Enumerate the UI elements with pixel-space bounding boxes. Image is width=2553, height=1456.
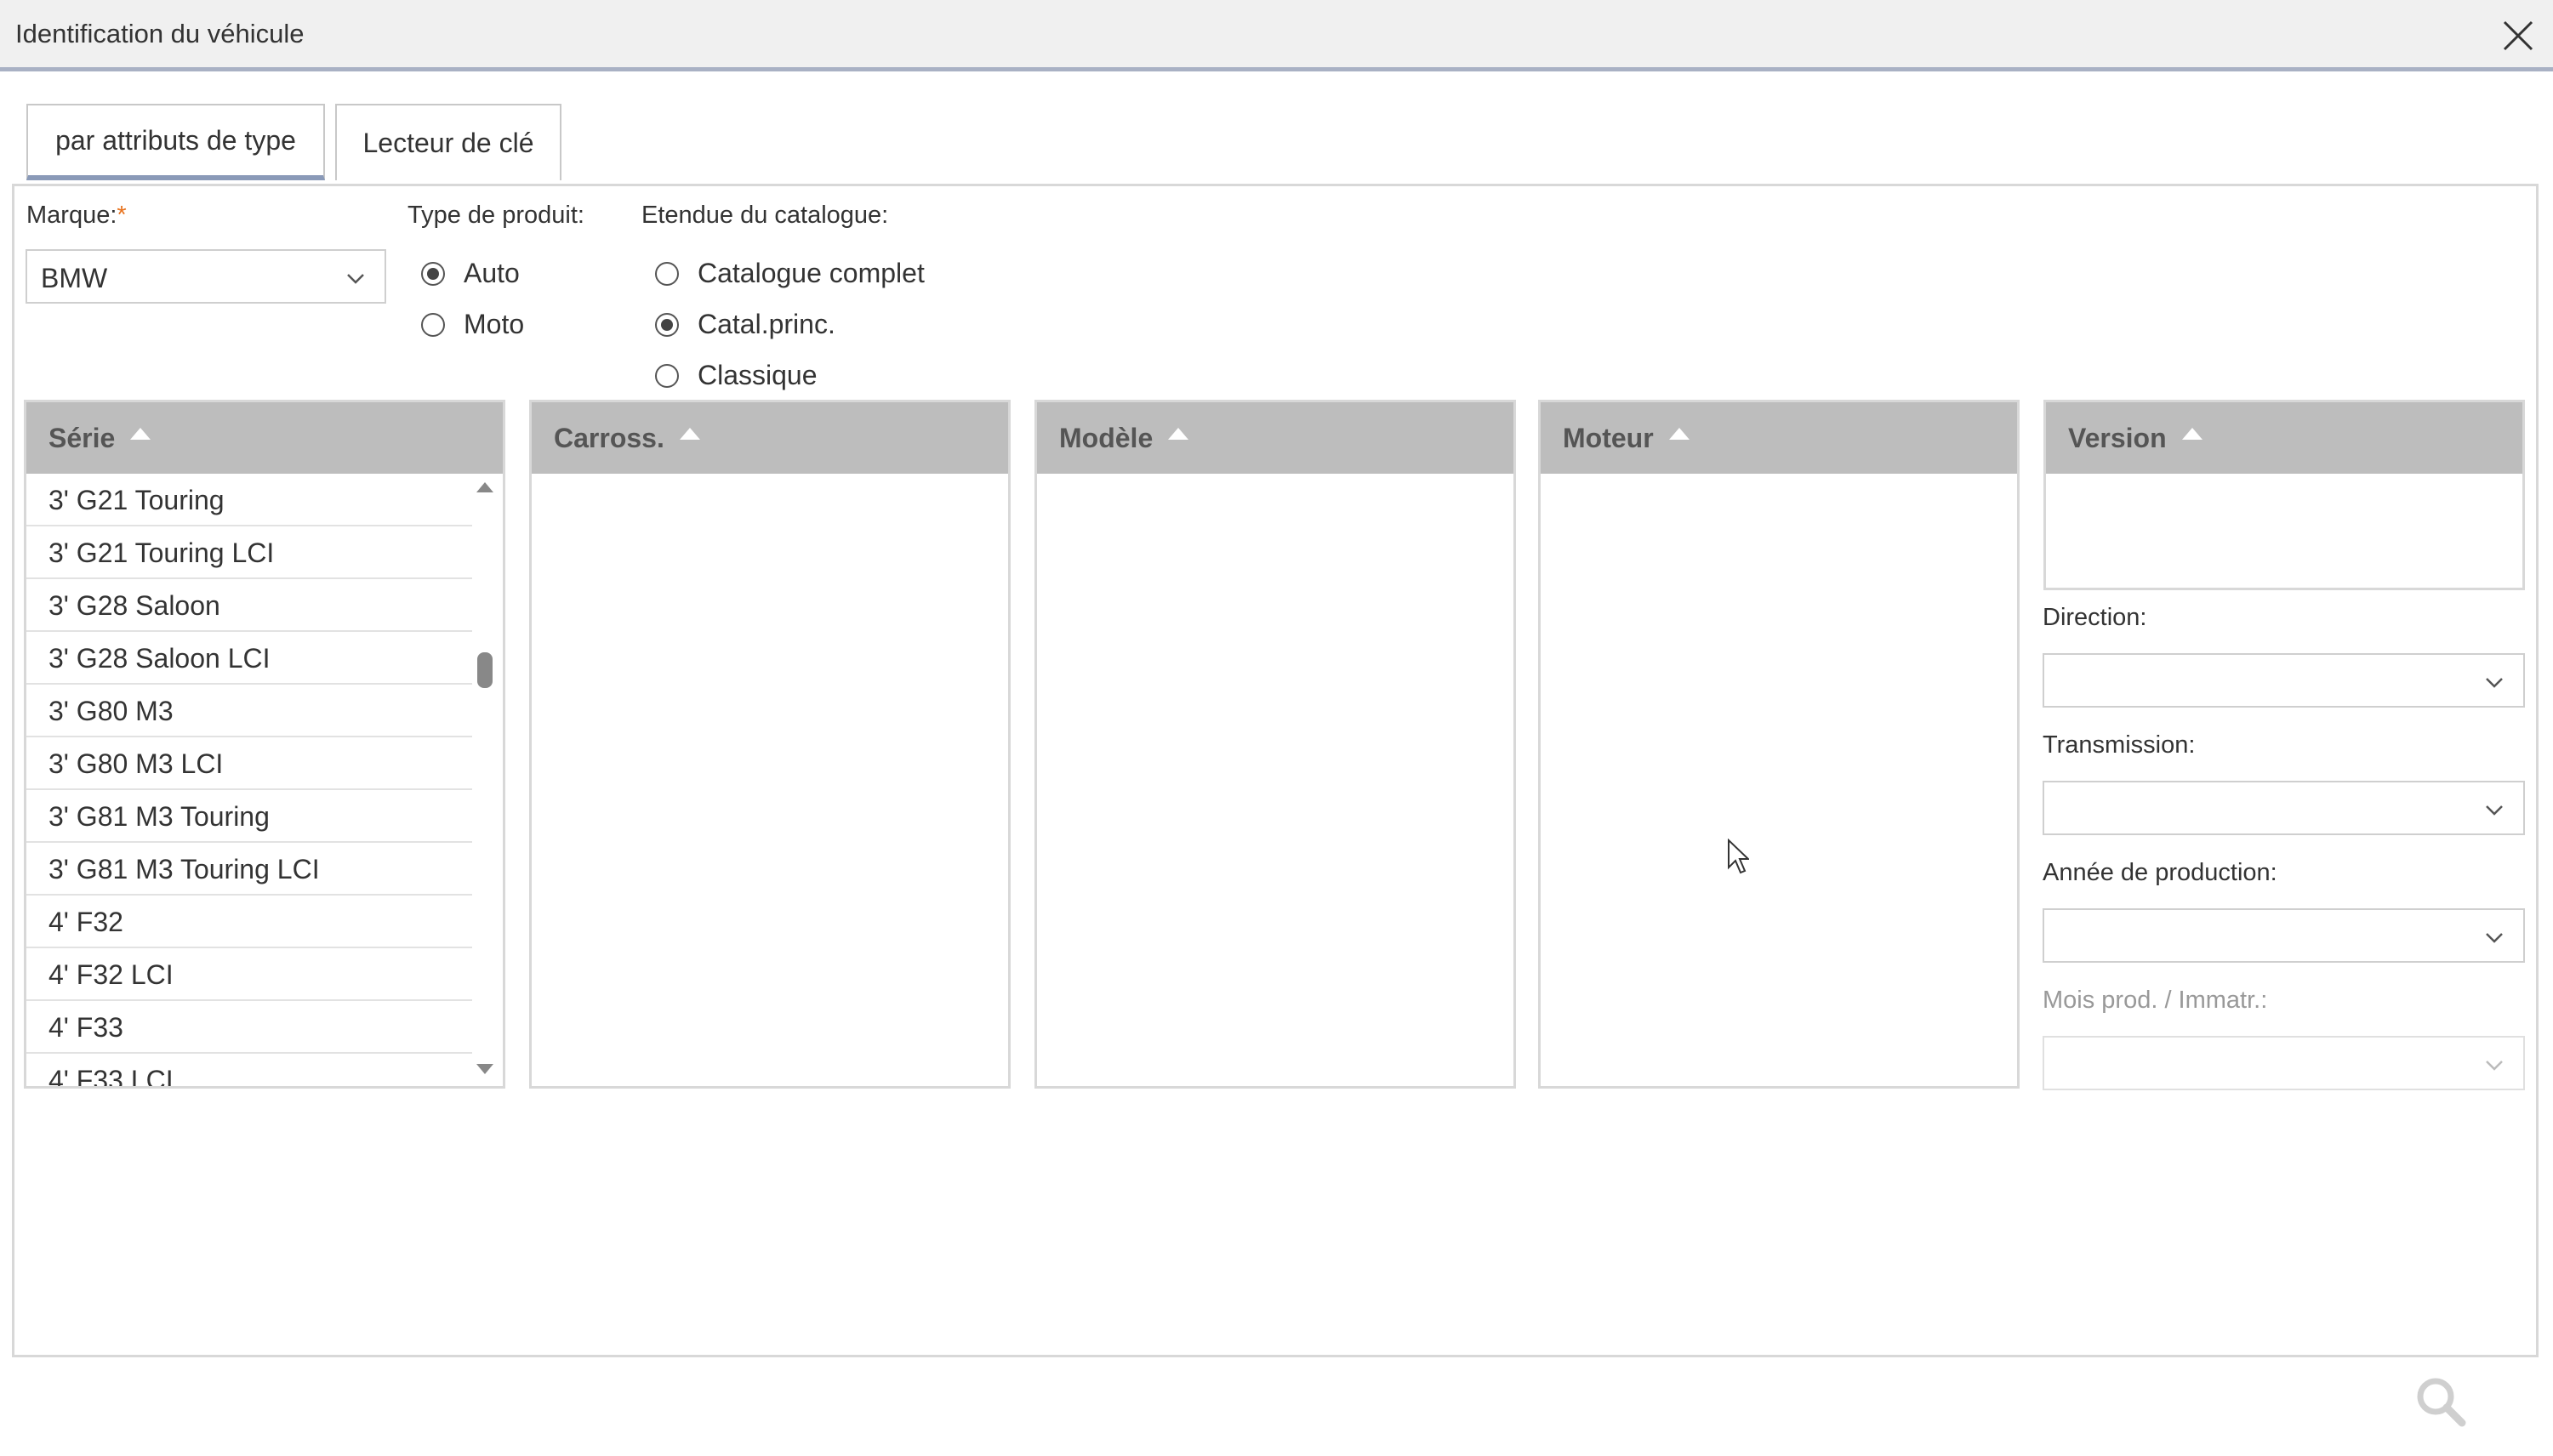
radio-classique[interactable]: Classique bbox=[655, 360, 818, 391]
radio-circle bbox=[655, 312, 679, 337]
catalogue-label: Etendue du catalogue: bbox=[641, 202, 889, 229]
marque-value: BMW bbox=[41, 263, 108, 293]
search-icon[interactable] bbox=[2414, 1375, 2467, 1428]
serie-header[interactable]: Série bbox=[26, 402, 503, 474]
radio-label: Catal.princ. bbox=[698, 309, 835, 339]
close-icon[interactable] bbox=[2499, 17, 2537, 54]
carross-header[interactable]: Carross. bbox=[532, 402, 1008, 474]
scroll-thumb[interactable] bbox=[477, 652, 493, 688]
radio-label: Classique bbox=[698, 360, 818, 390]
list-item[interactable]: 3' G80 M3 bbox=[26, 685, 472, 737]
column-header-label: Moteur bbox=[1563, 422, 1654, 453]
list-item[interactable]: 3' G21 Touring LCI bbox=[26, 526, 472, 579]
mois-select bbox=[2043, 1036, 2525, 1090]
list-item[interactable]: 4' F32 bbox=[26, 896, 472, 948]
column-header-label: Carross. bbox=[554, 422, 664, 453]
list-item[interactable]: 4' F33 LCI bbox=[26, 1054, 472, 1086]
direction-select[interactable] bbox=[2043, 653, 2525, 708]
marque-label: Marque:* bbox=[26, 202, 127, 230]
list-item[interactable]: 4' F32 LCI bbox=[26, 948, 472, 1001]
tab-label: par attributs de type bbox=[55, 124, 296, 156]
annee-select[interactable] bbox=[2043, 908, 2525, 963]
tab-lecteur-cle[interactable]: Lecteur de clé bbox=[335, 104, 561, 180]
serie-column: Série 3' G21 Touring 3' G21 Touring LCI … bbox=[24, 400, 505, 1089]
carross-column: Carross. bbox=[529, 400, 1011, 1089]
sort-asc-icon bbox=[130, 428, 151, 440]
mois-label: Mois prod. / Immatr.: bbox=[2043, 987, 2268, 1014]
marque-select[interactable]: BMW bbox=[26, 249, 386, 304]
sort-asc-icon bbox=[1168, 428, 1189, 440]
radio-dot bbox=[661, 318, 673, 331]
chevron-down-icon bbox=[2486, 933, 2503, 943]
modele-header[interactable]: Modèle bbox=[1037, 402, 1513, 474]
list-item[interactable]: 3' G81 M3 Touring bbox=[26, 790, 472, 843]
list-item[interactable]: 4' F33 bbox=[26, 1001, 472, 1054]
transmission-label: Transmission: bbox=[2043, 731, 2196, 759]
marque-label-text: Marque: bbox=[26, 202, 117, 229]
scroll-down-icon[interactable] bbox=[476, 1064, 493, 1074]
type-produit-label: Type de produit: bbox=[407, 202, 584, 229]
serie-list: 3' G21 Touring 3' G21 Touring LCI 3' G28… bbox=[26, 474, 472, 1086]
tab-par-attributs[interactable]: par attributs de type bbox=[26, 104, 325, 180]
radio-catalogue-complet[interactable]: Catalogue complet bbox=[655, 258, 925, 289]
radio-auto[interactable]: Auto bbox=[421, 258, 520, 289]
column-header-label: Modèle bbox=[1059, 422, 1154, 453]
list-item[interactable]: 3' G21 Touring bbox=[26, 474, 472, 526]
list-item[interactable]: 3' G28 Saloon LCI bbox=[26, 632, 472, 685]
serie-scrollbar[interactable] bbox=[472, 474, 498, 1086]
list-item[interactable]: 3' G81 M3 Touring LCI bbox=[26, 843, 472, 896]
mouse-cursor-icon bbox=[1728, 839, 1749, 874]
sort-asc-icon bbox=[1668, 428, 1690, 440]
radio-dot bbox=[427, 267, 439, 280]
radio-label: Moto bbox=[464, 309, 525, 339]
version-column: Version bbox=[2043, 400, 2525, 590]
radio-catal-princ[interactable]: Catal.princ. bbox=[655, 309, 835, 340]
modele-column: Modèle bbox=[1034, 400, 1516, 1089]
radio-label: Auto bbox=[464, 258, 520, 288]
scroll-up-icon[interactable] bbox=[476, 482, 493, 492]
chevron-down-icon bbox=[2486, 1061, 2503, 1071]
radio-circle bbox=[655, 261, 679, 286]
radio-circle bbox=[421, 312, 445, 337]
radio-moto[interactable]: Moto bbox=[421, 309, 524, 340]
direction-label: Direction: bbox=[2043, 604, 2147, 631]
version-header[interactable]: Version bbox=[2046, 402, 2522, 474]
transmission-select[interactable] bbox=[2043, 781, 2525, 835]
chevron-down-icon bbox=[2486, 805, 2503, 816]
list-item[interactable]: 3' G28 Saloon bbox=[26, 579, 472, 632]
required-marker: * bbox=[117, 202, 127, 229]
sort-asc-icon bbox=[2181, 428, 2203, 440]
tab-label: Lecteur de clé bbox=[362, 127, 534, 158]
radio-circle bbox=[421, 261, 445, 286]
chevron-down-icon bbox=[2486, 678, 2503, 688]
dialog-title: Identification du véhicule bbox=[15, 19, 305, 48]
radio-circle bbox=[655, 363, 679, 388]
annee-label: Année de production: bbox=[2043, 859, 2277, 886]
sort-asc-icon bbox=[679, 428, 700, 440]
column-header-label: Série bbox=[48, 422, 116, 453]
dialog-titlebar: Identification du véhicule bbox=[0, 0, 2553, 71]
column-header-label: Version bbox=[2068, 422, 2167, 453]
radio-label: Catalogue complet bbox=[698, 258, 925, 288]
moteur-header[interactable]: Moteur bbox=[1541, 402, 2017, 474]
list-item[interactable]: 3' G80 M3 LCI bbox=[26, 737, 472, 790]
moteur-column: Moteur bbox=[1538, 400, 2020, 1089]
chevron-down-icon bbox=[347, 274, 364, 284]
